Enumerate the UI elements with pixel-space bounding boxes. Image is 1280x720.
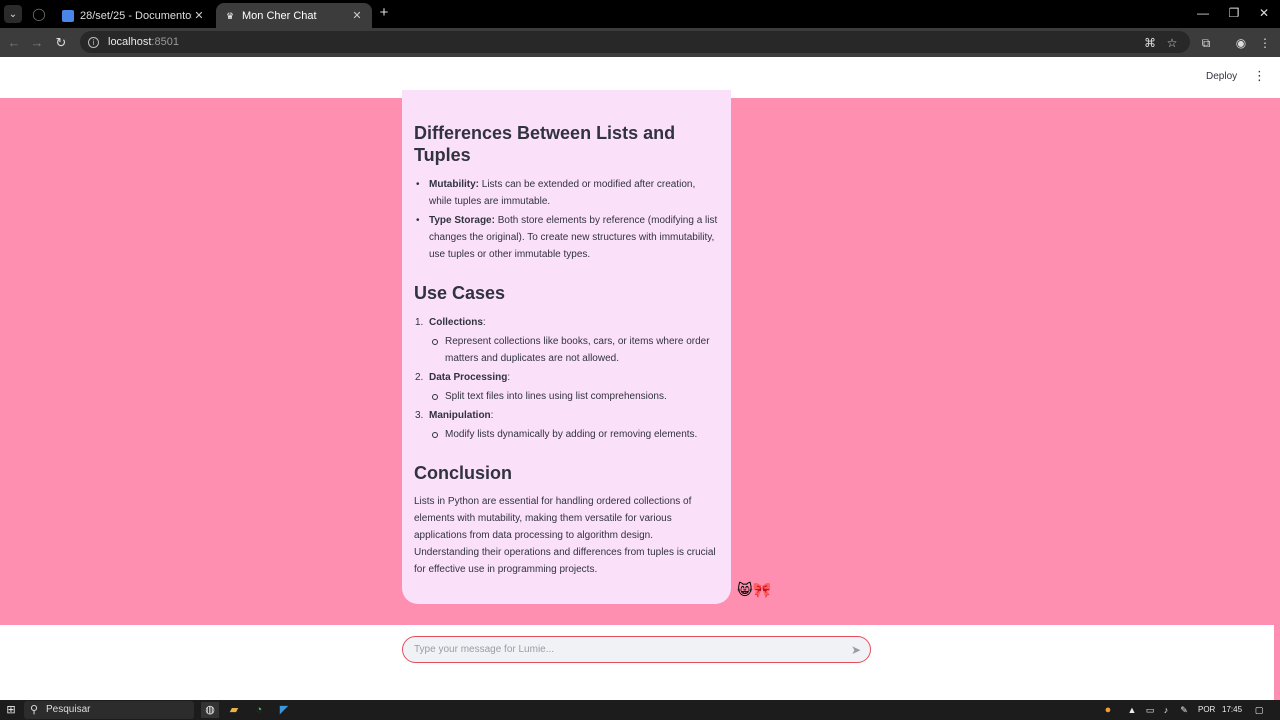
use-cases-list: 1. Collections: Represent collections lik… xyxy=(414,314,719,443)
close-tab-icon[interactable]: ✕ xyxy=(192,9,206,22)
chat-message-input[interactable] xyxy=(402,636,871,663)
assistant-message-bubble: Differences Between Lists and Tuples Mut… xyxy=(402,90,731,604)
conclusion-paragraph: Lists in Python are essential for handli… xyxy=(414,496,716,575)
list-item: Type Storage: Both store elements by ref… xyxy=(414,212,719,263)
section-heading-conclusion: Conclusion xyxy=(414,463,512,483)
forward-arrow-icon[interactable]: → xyxy=(28,34,46,52)
site-info-icon[interactable]: i xyxy=(88,36,99,48)
send-icon[interactable]: ➤ xyxy=(849,643,863,657)
tab-title: 28/set/25 - Documentos Googl xyxy=(80,9,192,22)
network-icon[interactable]: ▭ xyxy=(1143,702,1157,718)
list-item: 1. Collections: Represent collections lik… xyxy=(414,314,719,367)
browser-toolbar: ← → ↻ i localhost:8501 ⌘ ☆ ⧉ ◉ ⋮ xyxy=(0,28,1280,57)
bookmark-star-icon[interactable]: ☆ xyxy=(1164,35,1180,51)
volume-icon[interactable]: ♪ xyxy=(1159,702,1173,718)
tray-chevron-up-icon[interactable]: ▲ xyxy=(1126,702,1138,718)
taskbar-search[interactable]: ⚲ Pesquisar xyxy=(24,701,194,719)
url-host: localhost xyxy=(108,36,152,48)
browser-menu-icon[interactable]: ⋮ xyxy=(1257,35,1273,51)
browser-tab-strip: ⌄ ◯ 28/set/25 - Documentos Googl ✕ ♛ Mon… xyxy=(0,0,1280,28)
list-item: 3. Manipulation: Modify lists dynamically… xyxy=(414,407,719,443)
tab-search-chevron-icon[interactable]: ⌄ xyxy=(4,5,22,23)
github-pinned-tab-icon[interactable]: ◯ xyxy=(30,6,48,22)
close-tab-icon[interactable]: ✕ xyxy=(350,9,364,22)
close-window-icon[interactable]: ✕ xyxy=(1249,4,1279,22)
chrome-taskbar-icon[interactable]: ◍ xyxy=(201,702,219,718)
restore-window-icon[interactable]: ❐ xyxy=(1219,4,1249,22)
file-explorer-icon[interactable]: ▰ xyxy=(226,702,242,718)
streamlit-icon: ♛ xyxy=(225,10,235,21)
translate-icon[interactable]: ⌘ xyxy=(1142,35,1158,51)
pen-icon[interactable]: ✎ xyxy=(1177,702,1191,718)
streamlit-page: Deploy ⋮ Differences Between Lists and T… xyxy=(0,57,1280,700)
list-item: 2. Data Processing: Split text files into… xyxy=(414,369,719,405)
language-indicator[interactable]: POR xyxy=(1198,703,1215,717)
vscode-icon[interactable]: ◤ xyxy=(276,702,292,718)
minimize-window-icon[interactable]: — xyxy=(1188,4,1218,22)
section-heading-use-cases: Use Cases xyxy=(414,283,506,303)
new-tab-plus-icon[interactable]: + xyxy=(376,5,392,21)
notification-badge-icon[interactable]: ● xyxy=(1100,702,1116,718)
sub-list-item: Modify lists dynamically by adding or re… xyxy=(429,426,719,443)
tab-title: Mon Cher Chat xyxy=(242,9,317,22)
list-item: Mutability: Lists can be extended or mod… xyxy=(414,176,719,210)
tab-google-docs[interactable]: 28/set/25 - Documentos Googl ✕ xyxy=(54,3,214,28)
sub-list-item: Split text files into lines using list c… xyxy=(429,388,719,405)
assistant-avatar-emojis: 😸🎀 xyxy=(737,582,772,599)
google-docs-icon xyxy=(62,9,74,22)
section-heading-differences: Differences Between Lists and Tuples xyxy=(414,123,676,165)
main-menu-icon[interactable]: ⋮ xyxy=(1253,69,1266,83)
sub-list-item: Represent collections like books, cars, … xyxy=(429,333,719,367)
reload-icon[interactable]: ↻ xyxy=(52,34,70,52)
address-bar[interactable]: i localhost:8501 xyxy=(80,31,1190,53)
differences-list: Mutability: Lists can be extended or mod… xyxy=(414,176,719,263)
windows-start-icon[interactable]: ⊞ xyxy=(4,702,18,718)
deploy-button[interactable]: Deploy xyxy=(1206,71,1237,82)
chat-input-area: ➤ xyxy=(0,625,1274,700)
windows-taskbar: ⊞ ⚲ Pesquisar ◍ ▰ ◔ ◤ ● ▲ ▭ ♪ ✎ POR 17:4… xyxy=(0,700,1280,720)
url-port: :8501 xyxy=(151,36,179,48)
search-icon: ⚲ xyxy=(30,704,39,716)
profile-icon[interactable]: ◉ xyxy=(1233,35,1249,51)
tab-mon-cher-chat[interactable]: ♛ Mon Cher Chat ✕ xyxy=(216,3,372,28)
whatsapp-icon[interactable]: ◔ xyxy=(251,702,267,718)
taskbar-search-label: Pesquisar xyxy=(46,704,91,715)
taskbar-clock[interactable]: 17:45 xyxy=(1222,703,1242,717)
extensions-icon[interactable]: ⧉ xyxy=(1198,35,1214,51)
back-arrow-icon[interactable]: ← xyxy=(5,34,23,52)
notification-center-icon[interactable]: ▢ xyxy=(1252,702,1266,718)
